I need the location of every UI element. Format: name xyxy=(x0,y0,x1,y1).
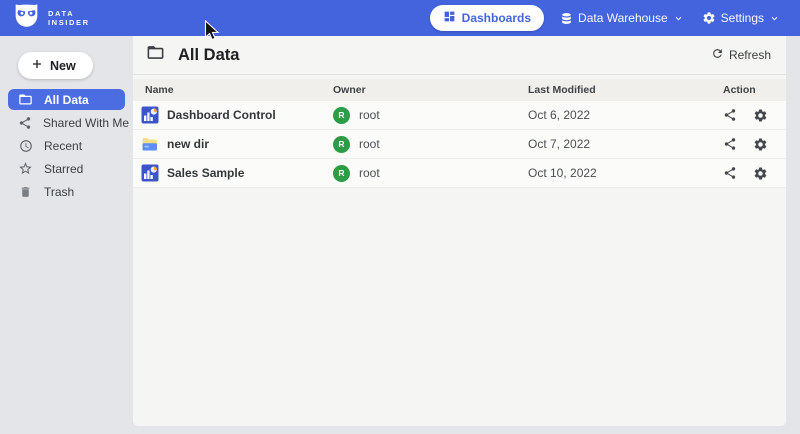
sidebar-item-label: Shared With Me xyxy=(43,116,129,130)
dashboards-button[interactable]: Dashboards xyxy=(430,5,544,31)
chart-file-icon xyxy=(141,106,159,124)
new-button-label: New xyxy=(50,59,76,73)
trash-icon xyxy=(18,185,33,199)
share-action-icon[interactable] xyxy=(723,166,737,180)
plus-icon xyxy=(31,58,43,73)
sidebar-item-label: Trash xyxy=(44,185,74,199)
chevron-down-icon xyxy=(673,13,684,24)
star-icon xyxy=(18,161,33,176)
sidebar: New All Data Shared With Me Recent Starr… xyxy=(0,36,133,434)
data-warehouse-menu[interactable]: Data Warehouse xyxy=(558,7,686,29)
owner-avatar: R xyxy=(333,136,350,153)
last-modified-date: Oct 7, 2022 xyxy=(528,137,723,151)
owner-avatar: R xyxy=(333,107,350,124)
new-button[interactable]: New xyxy=(18,52,93,79)
settings-action-icon[interactable] xyxy=(753,108,768,123)
column-header-last-modified: Last Modified xyxy=(528,84,723,96)
owner-avatar: R xyxy=(333,165,350,182)
column-header-name: Name xyxy=(145,84,333,96)
table-header: Name Owner Last Modified Action xyxy=(133,79,786,101)
table-row[interactable]: new dir R root Oct 7, 2022 xyxy=(133,130,786,159)
sidebar-item-label: Recent xyxy=(44,139,82,153)
refresh-button[interactable]: Refresh xyxy=(711,47,771,63)
settings-menu[interactable]: Settings xyxy=(700,7,782,29)
share-icon xyxy=(18,116,32,130)
table-row[interactable]: Dashboard Control R root Oct 6, 2022 xyxy=(133,101,786,130)
file-name: Sales Sample xyxy=(167,166,244,180)
app-header: DATA INSIDER Dashboards Data Warehouse xyxy=(0,0,800,36)
directory-icon xyxy=(141,135,159,153)
last-modified-date: Oct 6, 2022 xyxy=(528,108,723,122)
column-header-action: Action xyxy=(723,84,786,96)
dashboards-label: Dashboards xyxy=(462,11,531,25)
sidebar-item-all-data[interactable]: All Data xyxy=(8,89,125,110)
app-logo: DATA INSIDER xyxy=(13,3,90,33)
refresh-label: Refresh xyxy=(729,48,771,62)
file-name: new dir xyxy=(167,137,209,151)
page-titlebar: All Data Refresh xyxy=(133,36,786,75)
clock-icon xyxy=(18,139,33,153)
owner-name: root xyxy=(359,137,380,151)
data-warehouse-label: Data Warehouse xyxy=(578,11,668,25)
table-row[interactable]: Sales Sample R root Oct 10, 2022 xyxy=(133,159,786,188)
gear-icon xyxy=(702,11,716,25)
refresh-icon xyxy=(711,47,724,63)
settings-action-icon[interactable] xyxy=(753,137,768,152)
settings-label: Settings xyxy=(721,11,764,25)
share-action-icon[interactable] xyxy=(723,137,737,151)
header-nav: Dashboards Data Warehouse Settings xyxy=(430,5,782,31)
sidebar-item-starred[interactable]: Starred xyxy=(8,158,125,179)
chart-file-icon xyxy=(141,164,159,182)
folder-icon xyxy=(18,92,33,107)
dashboard-grid-icon xyxy=(443,10,456,26)
folder-outline-icon xyxy=(146,43,165,67)
chevron-down-icon xyxy=(769,13,780,24)
logo-text-line1: DATA xyxy=(48,9,90,19)
owner-name: root xyxy=(359,166,380,180)
sidebar-item-label: All Data xyxy=(44,93,89,107)
database-icon xyxy=(560,12,573,25)
file-name: Dashboard Control xyxy=(167,108,276,122)
settings-action-icon[interactable] xyxy=(753,166,768,181)
sidebar-item-trash[interactable]: Trash xyxy=(8,181,125,202)
column-header-owner: Owner xyxy=(333,84,528,96)
owner-name: root xyxy=(359,108,380,122)
logo-text-line2: INSIDER xyxy=(48,18,90,28)
owl-logo-icon xyxy=(13,3,40,33)
share-action-icon[interactable] xyxy=(723,108,737,122)
main-panel: All Data Refresh Name Owner Last Modifie… xyxy=(133,36,786,426)
last-modified-date: Oct 10, 2022 xyxy=(528,166,723,180)
sidebar-item-recent[interactable]: Recent xyxy=(8,135,125,156)
sidebar-item-shared-with-me[interactable]: Shared With Me xyxy=(8,112,125,133)
page-title: All Data xyxy=(178,46,239,65)
sidebar-item-label: Starred xyxy=(44,162,83,176)
